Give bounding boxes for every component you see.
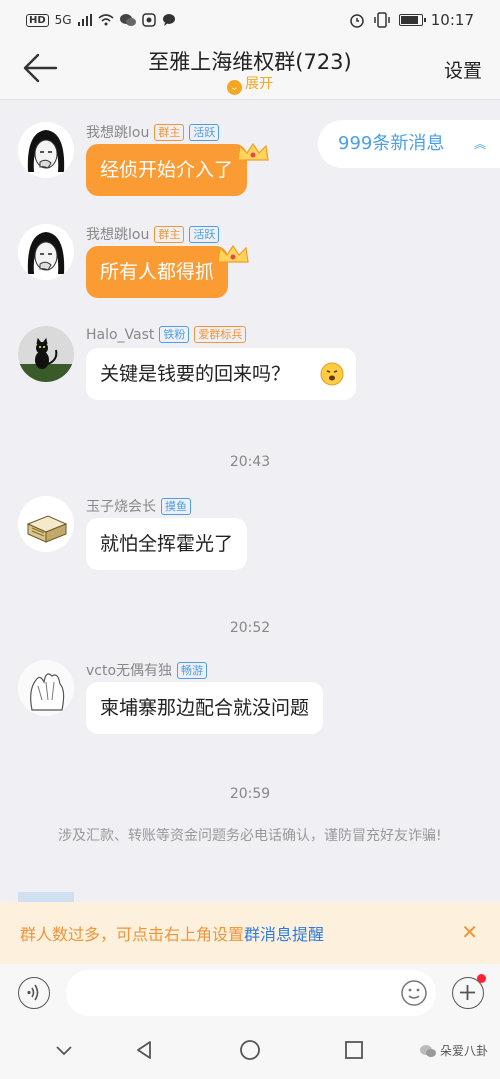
fan-badge: 铁粉 [159, 326, 190, 343]
activity-badge: 活跃 [189, 225, 220, 243]
message-meta: 玉子烧会长 摸鱼 [86, 496, 191, 516]
vibrate-icon [374, 12, 390, 28]
message-bubble[interactable]: 经侦开始介入了 [86, 144, 248, 196]
timestamp: 20:52 [229, 620, 271, 636]
hd-indicator: HD [26, 13, 49, 27]
voice-button[interactable] [18, 977, 50, 1009]
avatar[interactable] [18, 122, 74, 178]
message-bubble[interactable]: 关键是钱要的回来吗？ [86, 348, 356, 400]
signal-icon: 5G [54, 13, 72, 27]
wifi-icon [98, 14, 114, 26]
chat-header: 至雅上海维权群(723) ⌄ 展开 设置 [0, 40, 500, 100]
input-bar [0, 964, 500, 1022]
sender-name: Halo_Vast [86, 326, 155, 343]
unread-label: 999条新消息 [338, 133, 445, 154]
watermark-text: 朵爱八卦 [439, 1044, 488, 1058]
message-list[interactable]: 999条新消息 ︽ 我想跳lou 群主 活跃 经侦开始介入了 我想跳lou 群主… [0, 100, 500, 902]
avatar[interactable] [18, 224, 74, 280]
group-title: 至雅上海维权群(723) [148, 50, 352, 74]
voice-icon [27, 984, 39, 1001]
crown-icon [217, 244, 249, 263]
avatar[interactable] [18, 660, 74, 716]
close-icon[interactable]: ✕ [461, 920, 478, 944]
crown-icon [237, 142, 269, 161]
battery-icon [398, 14, 426, 26]
unread-messages-pill[interactable]: 999条新消息 ︽ [318, 120, 500, 168]
activity-badge: 摸鱼 [161, 497, 191, 515]
message-bubble[interactable]: 就怕全挥霍光了 [86, 518, 248, 570]
message-reminder-link[interactable]: 群消息提醒 [244, 921, 324, 945]
sender-name: 我想跳lou [86, 227, 150, 243]
chevron-down-icon: ⌄ [227, 80, 242, 95]
message-meta: Halo_Vast 铁粉 爱群标兵 [86, 326, 247, 343]
sender-name: 我想跳lou [86, 125, 150, 141]
message-meta: vcto无偶有独 畅游 [86, 660, 208, 680]
nav-home-icon[interactable] [238, 1038, 262, 1062]
chevron-up-icon: ︽ [473, 137, 486, 151]
message-text: 关键是钱要的回来吗？ [100, 363, 291, 385]
alarm-icon [350, 14, 364, 28]
clock: 10:17 [430, 11, 474, 29]
message-meta: 我想跳lou 群主 活跃 [86, 224, 220, 244]
nav-recents-icon[interactable] [342, 1038, 366, 1062]
message-meta: 我想跳lou 群主 活跃 [86, 122, 220, 142]
role-badge: 群主 [154, 225, 185, 243]
plus-icon [460, 985, 475, 1000]
sad-emoji-icon [320, 362, 344, 386]
expand-label: 展开 [245, 76, 273, 92]
message-bubble[interactable]: 柬埔寨那边配合就没问题 [86, 682, 324, 734]
system-nav-bar: 朵爱八卦 [0, 1022, 500, 1079]
avatar[interactable] [18, 496, 74, 552]
sender-name: vcto无偶有独 [86, 663, 173, 679]
expand-toggle[interactable]: ⌄ 展开 [0, 73, 500, 95]
message-bubble[interactable]: 所有人都得抓 [86, 246, 229, 298]
role-badge: 群主 [154, 123, 185, 141]
title-badge: 爱群标兵 [194, 326, 247, 343]
activity-badge: 活跃 [189, 123, 220, 141]
timestamp: 20:59 [229, 786, 271, 802]
watermark: 朵爱八卦 [419, 1042, 488, 1059]
avatar[interactable] [18, 892, 74, 902]
message-input[interactable] [66, 970, 436, 1016]
system-notice: 涉及汇款、转账等资金问题务必电话确认，谨防冒充好友诈骗! [58, 828, 442, 844]
emoji-icon[interactable] [400, 979, 428, 1007]
status-bar: HD 5G 10:17 [0, 0, 500, 40]
wechat-logo-icon [419, 1044, 436, 1057]
chat-bubble-icon [162, 14, 175, 26]
signal-bars-icon [77, 14, 92, 26]
settings-button[interactable]: 设置 [444, 56, 482, 83]
avatar[interactable] [18, 326, 74, 382]
banner-text: 群人数过多，可点击右上角设置 [20, 925, 245, 944]
sender-name: 玉子烧会长 [86, 499, 156, 515]
activity-badge: 畅游 [177, 661, 208, 679]
new-feature-dot [477, 974, 486, 983]
wechat-icon [119, 14, 136, 26]
nav-back-icon[interactable] [132, 1038, 156, 1062]
group-reminder-banner: 群人数过多，可点击右上角设置 群消息提醒 ✕ [0, 902, 500, 964]
notification-app-icon [141, 13, 156, 27]
chevron-down-icon[interactable] [52, 1038, 76, 1062]
timestamp: 20:43 [229, 454, 271, 470]
